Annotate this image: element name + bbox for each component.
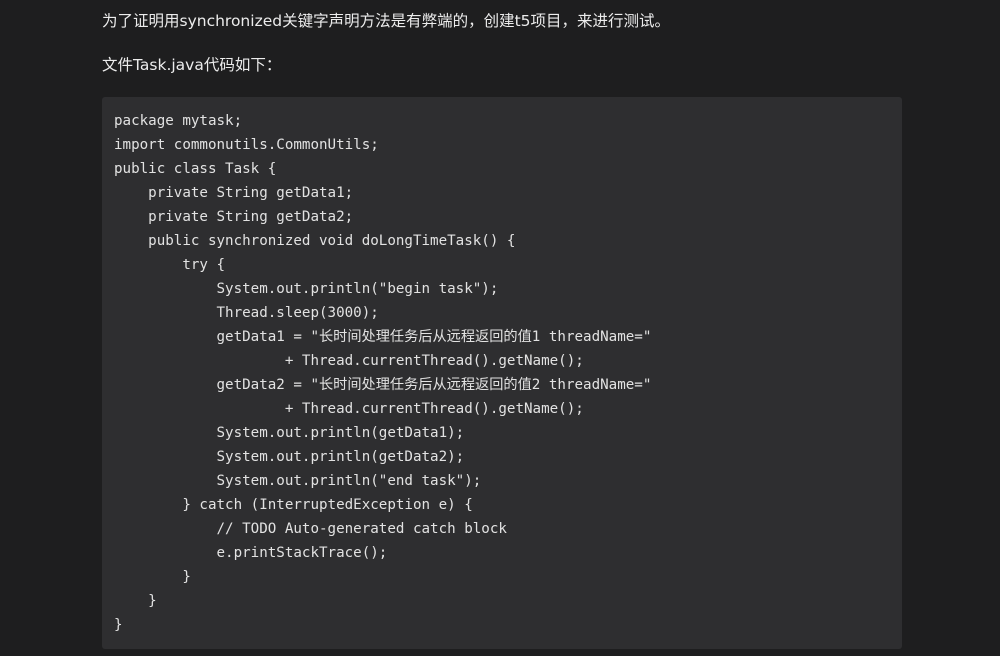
code-line: Thread.sleep(3000); bbox=[114, 305, 379, 321]
code-line: System.out.println(getData1); bbox=[114, 425, 465, 441]
code-line: private String getData1; bbox=[114, 185, 354, 201]
code-line: private String getData2; bbox=[114, 209, 354, 225]
code-line: getData2 = "长时间处理任务后从远程返回的值2 threadName=… bbox=[114, 377, 652, 393]
code-line: getData1 = "长时间处理任务后从远程返回的值1 threadName=… bbox=[114, 329, 652, 345]
code-line: public synchronized void doLongTimeTask(… bbox=[114, 233, 516, 249]
code-line: System.out.println(getData2); bbox=[114, 449, 465, 465]
code-line: try { bbox=[114, 257, 226, 273]
code-line: e.printStackTrace(); bbox=[114, 545, 388, 561]
code-line: + Thread.currentThread().getName(); bbox=[114, 353, 584, 369]
code-line: System.out.println("begin task"); bbox=[114, 281, 499, 297]
code-line: public class Task { bbox=[114, 161, 277, 177]
code-line: } bbox=[114, 617, 123, 633]
code-line: System.out.println("end task"); bbox=[114, 473, 482, 489]
intro-paragraph: 为了证明用synchronized关键字声明方法是有弊端的，创建t5项目，来进行… bbox=[102, 12, 671, 30]
code-line: } bbox=[114, 593, 157, 609]
code-line: import commonutils.CommonUtils; bbox=[114, 137, 379, 153]
code-line: } catch (InterruptedException e) { bbox=[114, 497, 473, 513]
code-line: package mytask; bbox=[114, 113, 243, 129]
code-line: // TODO Auto-generated catch block bbox=[114, 521, 507, 537]
code-line: + Thread.currentThread().getName(); bbox=[114, 401, 584, 417]
code-line: } bbox=[114, 569, 191, 585]
file-caption: 文件Task.java代码如下： bbox=[102, 56, 282, 74]
code-block: package mytask; import commonutils.Commo… bbox=[102, 97, 902, 649]
